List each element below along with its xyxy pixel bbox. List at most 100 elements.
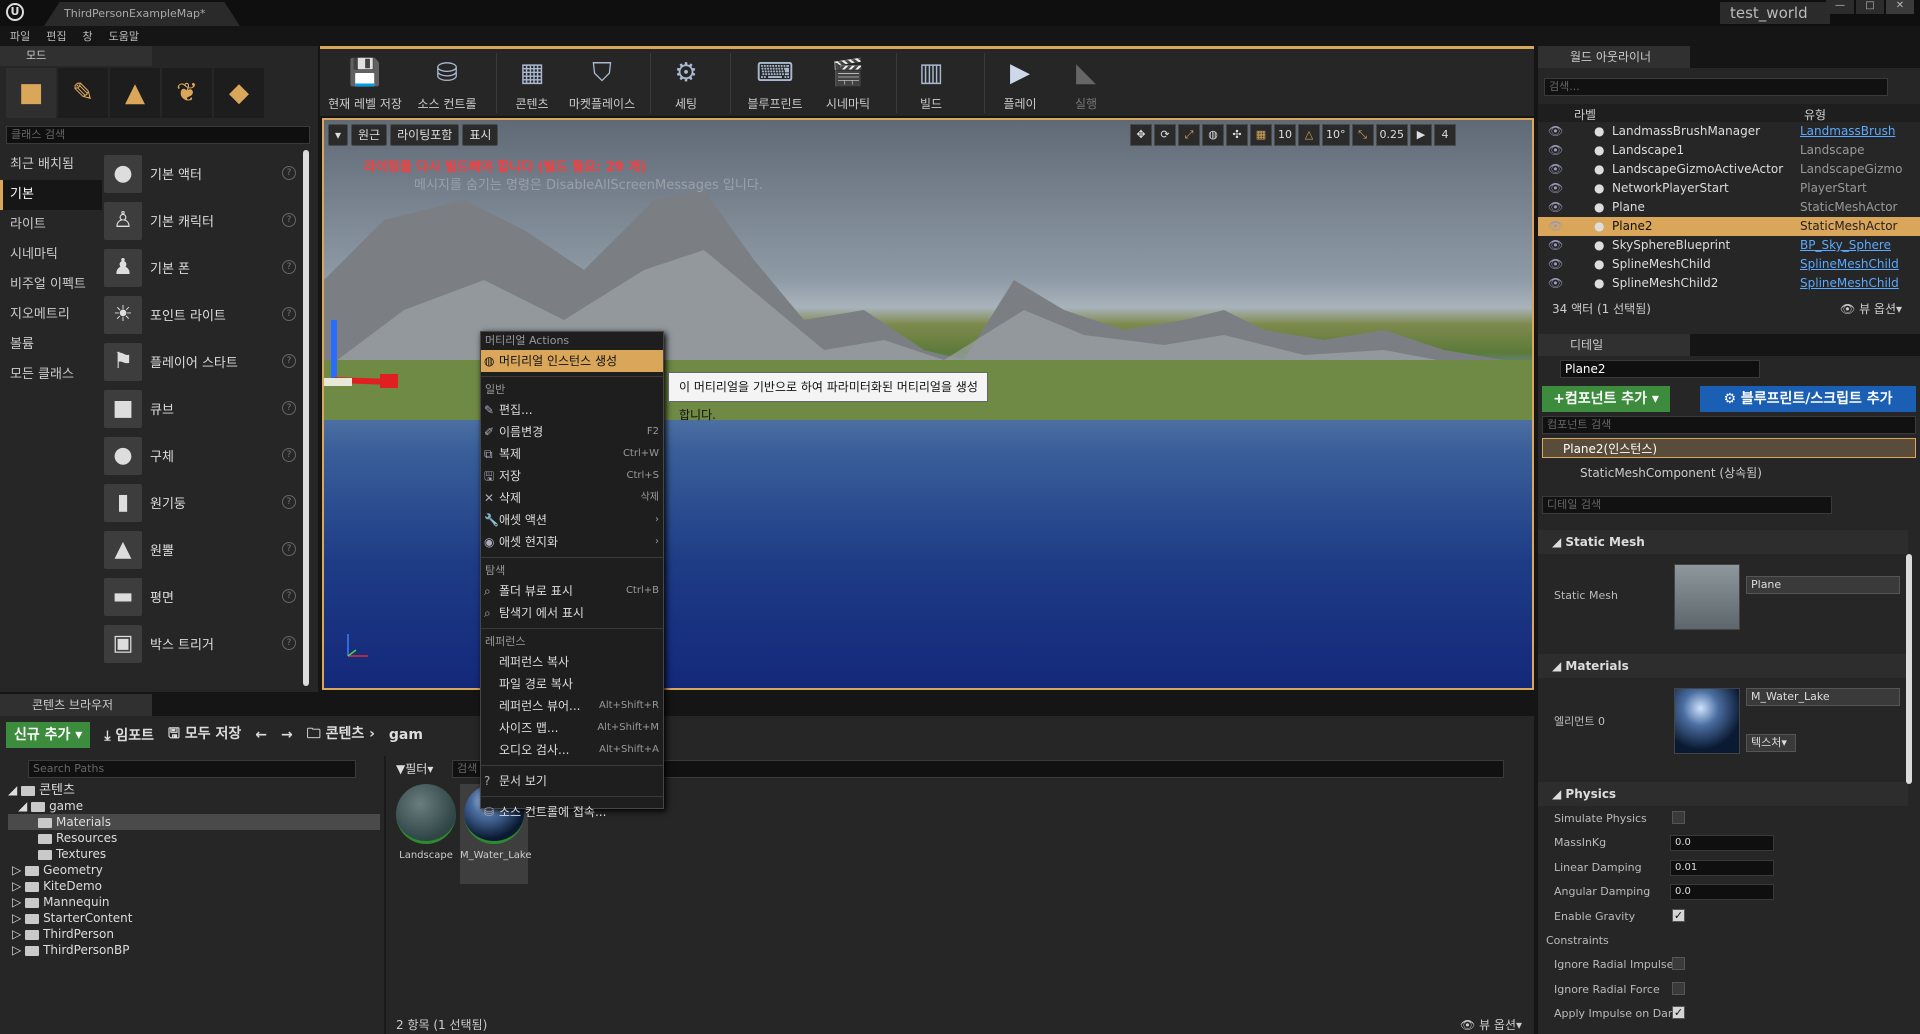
lit-mode-button[interactable]: 라이팅포함 [390,124,460,146]
menu-edit[interactable]: 편집 [46,28,66,44]
context-menu-item[interactable]: ✕ 삭제 삭제 [481,487,663,509]
physics-checkbox[interactable]: ✓ [1672,908,1685,922]
static-mesh-component-row[interactable]: StaticMeshComponent (상속됨) [1580,464,1762,481]
translate-icon[interactable]: ✥ [1130,124,1152,146]
component-search-input[interactable]: 컴포넌트 검색 [1542,416,1916,434]
scale-snap-value[interactable]: 0.25 [1375,124,1408,146]
static-mesh-combo[interactable]: Plane [1746,576,1900,594]
outliner-row[interactable]: 👁 ● LandmassBrushManager LandmassBrush [1538,122,1920,141]
outliner-row[interactable]: 👁 ● Plane2 StaticMeshActor [1538,217,1920,236]
content-button[interactable]: ▦ 콘텐츠 [506,55,558,112]
add-new-button[interactable]: 신규 추가 ▾ [6,722,91,748]
context-menu-item[interactable]: ✎ 편집... [481,399,663,421]
build-button[interactable]: ▥ 빌드 [906,55,956,112]
place-item[interactable]: ♟ 기본 폰? [104,244,300,291]
category-visual-effects[interactable]: 비주얼 이펙트 [0,270,102,300]
maximize-button[interactable]: □ [1856,0,1884,14]
outliner-row[interactable]: 👁 ● NetworkPlayerStart PlayerStart [1538,179,1920,198]
paint-mode-icon[interactable]: ✎ [58,68,108,118]
modes-scrollbar[interactable] [303,150,309,686]
context-menu-item[interactable]: 오디오 검사... Alt+Shift+A [481,739,663,761]
view-options-button[interactable]: 👁 뷰 옵션▾ [1460,1016,1522,1033]
visibility-eye-icon[interactable]: 👁 [1548,160,1563,179]
content-browser-splitter[interactable] [384,756,386,1034]
section-materials[interactable]: ◢ Materials [1538,654,1908,678]
help-icon[interactable]: ? [282,307,296,321]
tree-item[interactable]: ▷ Geometry [8,862,380,878]
section-static-mesh[interactable]: ◢ Static Mesh [1538,530,1908,554]
context-menu-item[interactable]: ⧉ 복제 Ctrl+W [481,443,663,465]
camera-speed-value[interactable]: 4 [1434,124,1456,146]
category-recent[interactable]: 최근 배치됨 [0,150,102,180]
marketplace-button[interactable]: ⛉ 마켓플레이스 [564,55,640,112]
tree-item[interactable]: ▷ ThirdPerson [8,926,380,942]
rotation-snap-icon[interactable]: △ [1298,124,1320,146]
surface-snap-icon[interactable]: ✣ [1226,124,1248,146]
context-menu-item[interactable]: ⌕ 탐색기 에서 표시 [481,602,663,624]
class-search-input[interactable]: 클래스 검색 [6,126,310,144]
visibility-eye-icon[interactable]: 👁 [1548,255,1563,274]
physics-checkbox[interactable]: ✓ [1672,1006,1685,1020]
place-item[interactable]: ▬ 평면? [104,573,300,620]
rotation-snap-value[interactable]: 10° [1322,124,1350,146]
world-local-icon[interactable]: ◍ [1202,124,1224,146]
tree-item[interactable]: ▷ KiteDemo [8,878,380,894]
modes-tab[interactable]: 모드 [0,46,152,66]
viewport-options-button[interactable]: ▾ [328,124,349,146]
visibility-eye-icon[interactable]: 👁 [1548,198,1563,217]
context-menu-item[interactable]: ◉ 애셋 현지화 › [481,531,663,553]
material-combo[interactable]: M_Water_Lake [1746,688,1900,706]
minimize-button[interactable]: — [1826,0,1854,14]
visibility-eye-icon[interactable]: 👁 [1548,122,1563,141]
place-item[interactable]: ● 구체? [104,432,300,479]
outliner-view-options-button[interactable]: 👁 뷰 옵션▾ [1840,300,1902,317]
tree-item[interactable]: Resources [8,830,380,846]
physics-checkbox[interactable] [1672,957,1685,971]
help-icon[interactable]: ? [282,495,296,509]
place-item[interactable]: ☀ 포인트 라이트? [104,291,300,338]
grid-snap-icon[interactable]: ▦ [1250,124,1272,146]
static-mesh-thumbnail[interactable] [1674,564,1740,630]
texture-dropdown[interactable]: 텍스처▾ [1746,734,1796,752]
category-lights[interactable]: 라이트 [0,210,102,240]
column-label[interactable]: 라벨 [1574,106,1596,123]
place-item[interactable]: ⚑ 플레이어 스타트? [104,338,300,385]
outliner-row[interactable]: 👁 ● SplineMeshChild2 SplineMeshChild [1538,274,1920,293]
place-item[interactable]: ■ 큐브? [104,385,300,432]
object-name-field[interactable]: Plane2 [1560,360,1760,378]
camera-speed-icon[interactable]: ▶ [1410,124,1432,146]
context-menu-item[interactable]: ✐ 이름변경 F2 [481,421,663,443]
context-menu-item[interactable]: 🖫 저장 Ctrl+S [481,465,663,487]
help-icon[interactable]: ? [282,213,296,227]
help-icon[interactable]: ? [282,636,296,650]
launch-button[interactable]: ◣ 실행 [1060,55,1112,112]
context-menu-item[interactable]: 🔧 애셋 액션 › [481,509,663,531]
import-button[interactable]: ⤓ 임포트 [104,725,154,745]
add-blueprint-button[interactable]: ⚙ 블루프린트/스크립트 추가 [1700,386,1916,412]
source-control-button[interactable]: ⛁ 소스 컨트롤 [410,55,484,112]
save-all-button[interactable]: 🖫 모두 저장 [168,723,241,747]
grid-size-value[interactable]: 10 [1274,124,1296,146]
place-item[interactable]: ● 기본 액터? [104,150,300,197]
show-button[interactable]: 표시 [462,124,499,146]
visibility-eye-icon[interactable]: 👁 [1548,217,1563,236]
document-tab[interactable]: ThirdPersonExampleMap* [44,2,240,26]
help-icon[interactable]: ? [282,401,296,415]
component-instance-row[interactable]: Plane2(인스턴스) [1542,438,1916,458]
visibility-eye-icon[interactable]: 👁 [1548,179,1563,198]
add-component-button[interactable]: +컴포넌트 추가 ▾ [1542,386,1670,412]
world-outliner-tab[interactable]: 월드 아웃라이너 [1538,46,1690,68]
tree-item[interactable]: ◢ game [8,798,380,814]
place-item[interactable]: ▣ 박스 트리거? [104,620,300,667]
view-docs-item[interactable]: ? 문서 보기 [481,770,663,792]
geometry-mode-icon[interactable]: ◆ [214,68,264,118]
tree-item[interactable]: ◢ 콘텐츠 [8,782,380,798]
menu-file[interactable]: 파일 [10,28,30,44]
category-basic[interactable]: 기본 [0,180,102,210]
context-menu-item[interactable]: ⌕ 폴더 뷰로 표시 Ctrl+B [481,580,663,602]
perspective-button[interactable]: 원근 [351,124,388,146]
help-icon[interactable]: ? [282,542,296,556]
menu-window[interactable]: 창 [83,28,93,44]
tree-item-selected[interactable]: Materials [8,814,380,830]
play-button[interactable]: ▶ 플레이 [994,55,1046,112]
